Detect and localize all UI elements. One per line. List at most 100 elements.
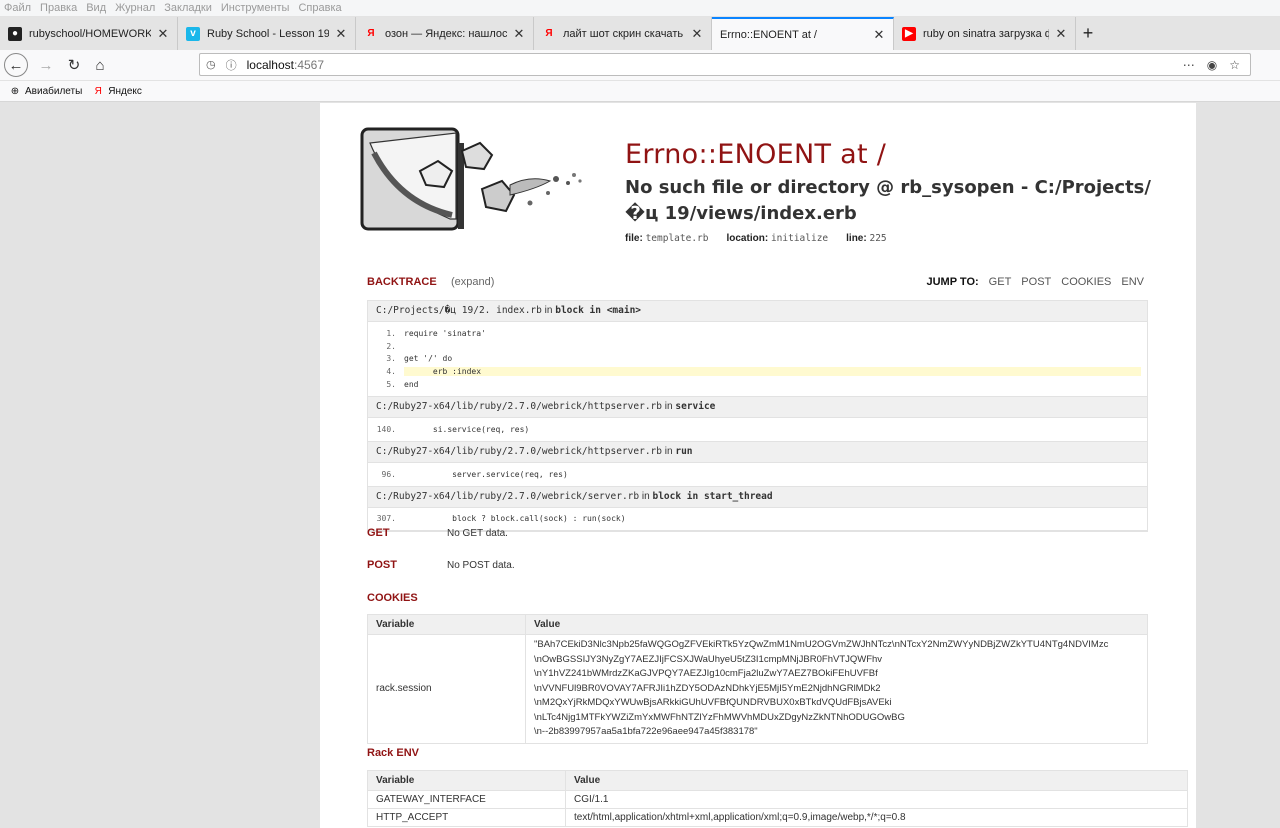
menu-bar: Файл Правка Вид Журнал Закладки Инструменты Сп… (0, 0, 1280, 16)
env-value: text/html,application/xhtml+xml,applicat… (565, 808, 1188, 827)
line-code: end (404, 380, 419, 390)
pocket-icon[interactable]: ◉ (1207, 58, 1217, 72)
frame-function: block in start_thread (652, 490, 773, 502)
meta-line: line: 225 (846, 233, 887, 244)
url-port: :4567 (293, 57, 325, 72)
browser-tab[interactable]: ▶ ruby on sinatra загрузка файл ✕ (894, 17, 1076, 50)
tab-title: Errno::ENOENT at / (720, 28, 817, 41)
browser-tab[interactable]: ● rubyschool/HOMEWORK.md at ✕ (0, 17, 178, 50)
code-line: 3. get '/' do (368, 353, 1147, 366)
shield-icon: ◷ (206, 59, 216, 71)
new-tab-button[interactable]: + (1076, 17, 1100, 50)
error-meta: file: template.rb location: initialize l… (625, 233, 1185, 244)
jump-link-post[interactable]: POST (1021, 276, 1051, 288)
code-context: 140. si.service(req, res) (368, 418, 1147, 442)
home-icon: ⌂ (95, 56, 105, 74)
jump-link-get[interactable]: GET (989, 276, 1012, 288)
frame-function: block in <main> (555, 305, 642, 316)
globe-icon: ⊕ (10, 85, 20, 97)
cookie-value-line: \nM2QxYjRkMDQxYWUwBjsARkkiGUhUVFBfQUNDRV… (534, 697, 892, 708)
env-variable: GATEWAY_INTERFACE (367, 790, 566, 809)
close-icon[interactable]: ✕ (513, 26, 525, 42)
line-number: 5. (386, 380, 396, 390)
star-icon[interactable]: ☆ (1229, 58, 1240, 72)
browser-tab[interactable]: v Ruby School - Lesson 19, введ ✕ (178, 17, 356, 50)
meta-line-label: line: (846, 233, 867, 244)
menu-item[interactable]: Закладки (164, 2, 212, 14)
frame-function: service (675, 400, 716, 412)
bookmark-label: Авиабилеты (25, 85, 83, 97)
frame-in: in (641, 490, 650, 502)
cookie-value: "BAh7CEkiD3Nlc3Npb25faWQGOgZFVEkiRTk5YzQ… (525, 634, 1148, 744)
forward-button[interactable]: → (34, 53, 58, 77)
post-heading: POST (367, 559, 397, 571)
browser-tab[interactable]: Яозон — Яндекс: нашлось 114 ✕ (356, 17, 534, 50)
line-number: 96. (381, 469, 396, 479)
line-code: server.service(req, res) (404, 469, 568, 479)
table-row: rack.session "BAh7CEkiD3Nlc3Npb25faWQGOgZ… (367, 634, 1148, 744)
table-row: GATEWAY_INTERFACE CGI/1.1 (367, 790, 1188, 809)
meta-location-value: initialize (770, 233, 829, 244)
env-col-value: Value (565, 770, 1188, 791)
cookie-value-line: \nY1hVZ241bWMrdzZKaGJVPQY7AEZJIg10cmFja2… (534, 668, 878, 679)
frame-header[interactable]: C:/Ruby27-x64/lib/ruby/2.7.0/webrick/htt… (368, 396, 1147, 418)
expand-link[interactable]: (expand) (451, 276, 494, 288)
page-actions-icon[interactable]: ⋯ (1183, 58, 1195, 72)
frame-in: in (544, 305, 553, 316)
home-button[interactable]: ⌂ (88, 53, 112, 77)
jump-to-label: JUMP TO: (926, 276, 979, 288)
browser-tab[interactable]: Errno::ENOENT at / ✕ (712, 17, 894, 50)
bookmark-item[interactable]: Я Яндекс (92, 85, 142, 97)
back-button[interactable]: ← (4, 53, 28, 77)
menu-item[interactable]: Инструменты (221, 2, 290, 14)
vimeo-icon: v (186, 26, 200, 41)
cookie-value-line: \n--2b83997957aa5a1bfa722e96aee947a45f38… (534, 726, 758, 737)
code-line-highlighted: 4. erb :index (368, 365, 1147, 378)
jump-to-nav: JUMP TO: GET POST COOKIES ENV (927, 276, 1145, 288)
close-icon[interactable]: ✕ (873, 27, 885, 43)
tab-title: ruby on sinatra загрузка файл (923, 27, 1049, 40)
frame-header[interactable]: C:/Projects/�ц 19/2. index.rb in block i… (368, 301, 1147, 322)
close-icon[interactable]: ✕ (1055, 26, 1067, 42)
line-number: 1. (386, 328, 396, 338)
close-icon[interactable]: ✕ (157, 26, 169, 42)
rack-env-table: Variable Value GATEWAY_INTERFACE CGI/1.1 H… (367, 770, 1188, 827)
url-bar[interactable]: ◷ ⓘ localhost:4567 ⋯ ◉ ☆ (199, 53, 1251, 76)
backtrace-heading: BACKTRACE (367, 276, 437, 288)
code-line: 96. server.service(req, res) (368, 468, 1147, 481)
meta-location: location: initialize (726, 233, 828, 244)
jump-link-cookies[interactable]: COOKIES (1061, 276, 1111, 288)
reload-button[interactable]: ↻ (62, 53, 86, 77)
jump-link-env[interactable]: ENV (1121, 276, 1144, 288)
meta-file-label: file: (625, 233, 643, 244)
frame-in: in (664, 445, 673, 457)
menu-item[interactable]: Вид (86, 2, 106, 14)
line-code: block ? block.call(sock) : run(sock) (404, 514, 626, 524)
frame-path: C:/Projects/�ц 19/2. index.rb (376, 305, 542, 316)
cookie-value-line: "BAh7CEkiD3Nlc3Npb25faWQGOgZFVEkiRTk5YzQ… (534, 639, 1109, 650)
info-icon[interactable]: ⓘ (226, 57, 237, 73)
code-line: 307. block ? block.call(sock) : run(sock… (368, 513, 1147, 526)
post-empty-text: No POST data. (447, 560, 515, 571)
rack-env-heading: Rack ENV (367, 747, 419, 759)
tab-title: озон — Яндекс: нашлось 114 (385, 27, 507, 40)
bookmark-item[interactable]: ⊕ Авиабилеты (9, 85, 82, 97)
plus-icon: + (1082, 23, 1094, 43)
close-icon[interactable]: ✕ (691, 26, 703, 42)
menu-item[interactable]: Журнал (115, 2, 155, 14)
navigation-toolbar: ← → ↻ ⌂ ◷ ⓘ localhost:4567 ⋯ ◉ ☆ (0, 50, 1280, 80)
frame-header[interactable]: C:/Ruby27-x64/lib/ruby/2.7.0/webrick/ser… (368, 486, 1147, 508)
line-code: require 'sinatra' (404, 328, 486, 338)
menu-item[interactable]: Правка (40, 2, 77, 14)
meta-file-value: template.rb (645, 233, 709, 244)
menu-item[interactable]: Файл (4, 2, 31, 14)
bookmarks-bar: ⊕ Авиабилеты Я Яндекс (0, 81, 1280, 102)
browser-tab[interactable]: Ялайт шот скрин скачать — Ян ✕ (534, 17, 712, 50)
menu-item[interactable]: Справка (298, 2, 341, 14)
frame-path: C:/Ruby27-x64/lib/ruby/2.7.0/webrick/htt… (376, 445, 662, 457)
frame-header[interactable]: C:/Ruby27-x64/lib/ruby/2.7.0/webrick/htt… (368, 441, 1147, 463)
close-icon[interactable]: ✕ (335, 26, 347, 42)
line-code: get '/' do (404, 354, 453, 364)
yandex-icon: Я (545, 28, 553, 39)
meta-location-label: location: (726, 233, 769, 244)
